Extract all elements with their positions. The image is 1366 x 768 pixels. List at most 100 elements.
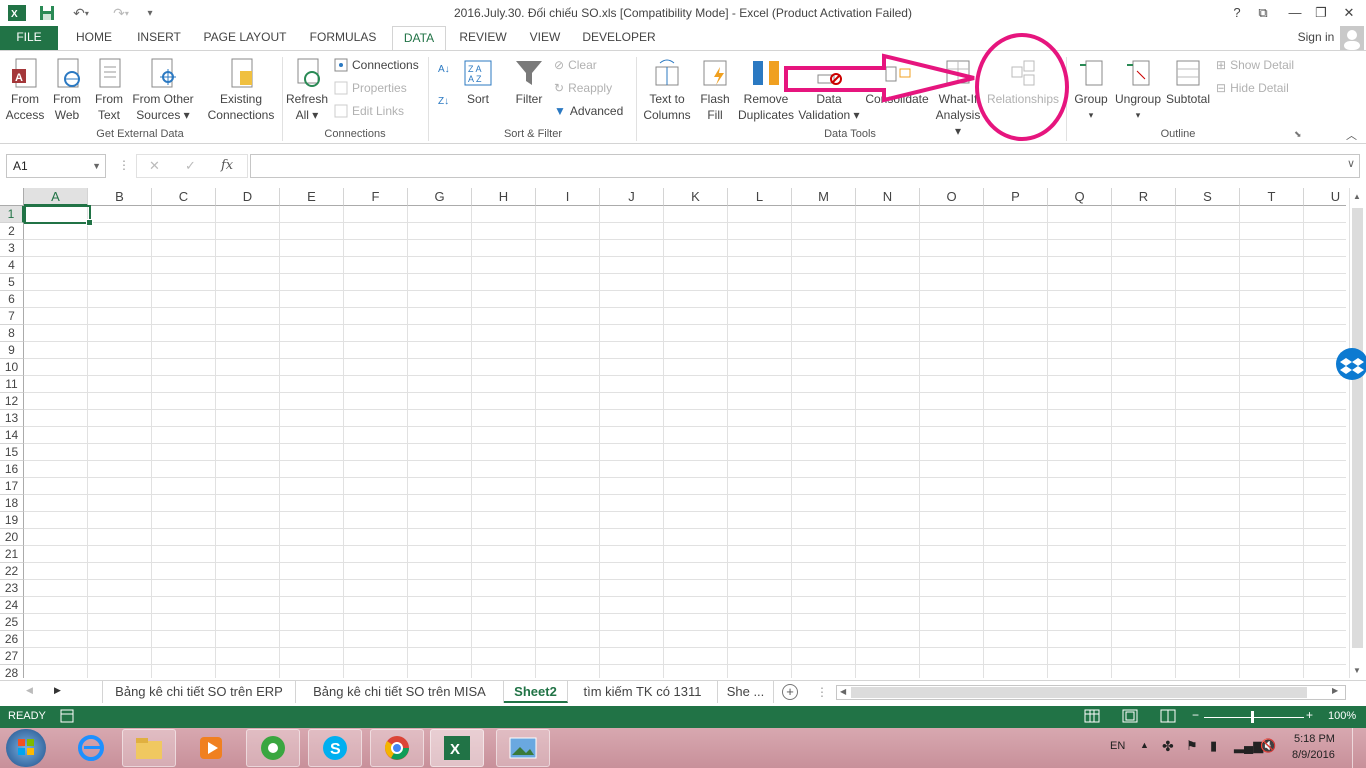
row-header[interactable]: 2 xyxy=(0,223,24,240)
tab-developer[interactable]: DEVELOPER xyxy=(580,26,658,50)
tab-review[interactable]: REVIEW xyxy=(456,26,510,50)
column-header[interactable]: C xyxy=(152,188,216,206)
expand-formula-bar-icon[interactable]: ∨ xyxy=(1347,157,1355,170)
page-break-view-icon[interactable] xyxy=(1160,709,1176,726)
from-other-sources-button[interactable]: From Other Sources ▾ xyxy=(130,57,196,123)
selected-cell[interactable] xyxy=(24,205,93,226)
column-header[interactable]: M xyxy=(792,188,856,206)
from-text-button[interactable]: From Text xyxy=(90,57,128,123)
row-header[interactable]: 26 xyxy=(0,631,24,648)
tab-data[interactable]: DATA xyxy=(392,26,446,51)
volume-muted-icon[interactable]: 🔇 xyxy=(1260,738,1276,754)
column-header[interactable]: J xyxy=(600,188,664,206)
column-header[interactable]: U xyxy=(1304,188,1346,206)
group-button[interactable]: Group ▾ xyxy=(1070,57,1112,123)
sheet-tab[interactable]: She ... xyxy=(718,681,774,703)
clock-time[interactable]: 5:18 PM xyxy=(1294,733,1335,745)
worksheet-grid[interactable]: A B C D E F G H I J K L M N O P Q R S T U 1 2 3 4 5 6 7 8 9 10 11 12 13 14… xyxy=(0,188,1346,678)
column-header[interactable]: O xyxy=(920,188,984,206)
scroll-right-icon[interactable]: ▶ xyxy=(1332,686,1338,695)
row-header[interactable]: 14 xyxy=(0,427,24,444)
prev-sheet-icon[interactable]: ◀ xyxy=(26,685,33,696)
reapply-button[interactable]: ↻ Reapply xyxy=(554,79,612,97)
row-header[interactable]: 3 xyxy=(0,240,24,257)
row-header[interactable]: 22 xyxy=(0,563,24,580)
row-header[interactable]: 17 xyxy=(0,478,24,495)
excel-taskbar-icon[interactable]: X xyxy=(430,729,484,767)
remove-duplicates-button[interactable]: Remove Duplicates xyxy=(736,57,796,123)
flash-fill-button[interactable]: Flash Fill xyxy=(696,57,734,123)
properties-button[interactable]: Properties xyxy=(334,79,407,97)
outline-dialog-launcher-icon[interactable]: ⬊ xyxy=(1294,129,1302,140)
row-header[interactable]: 21 xyxy=(0,546,24,563)
action-center-icon[interactable]: ⚑ xyxy=(1186,738,1198,754)
existing-connections-button[interactable]: Existing Connections xyxy=(204,57,278,123)
sort-button[interactable]: Z AA Z Sort xyxy=(460,57,496,107)
media-player-icon[interactable] xyxy=(184,729,238,767)
chrome-icon[interactable] xyxy=(370,729,424,767)
column-header[interactable]: E xyxy=(280,188,344,206)
clear-button[interactable]: ⊘ Clear xyxy=(554,56,597,74)
connections-button[interactable]: Connections xyxy=(334,56,419,74)
row-header[interactable]: 5 xyxy=(0,274,24,291)
zoom-level[interactable]: 100% xyxy=(1328,710,1356,722)
column-header[interactable]: Q xyxy=(1048,188,1112,206)
column-header[interactable]: B xyxy=(88,188,152,206)
zoom-slider-thumb[interactable] xyxy=(1251,711,1254,723)
column-header[interactable]: A xyxy=(24,188,88,206)
clock-date[interactable]: 8/9/2016 xyxy=(1292,749,1335,761)
column-header[interactable]: K xyxy=(664,188,728,206)
name-box[interactable]: A1 ▼ xyxy=(6,154,106,178)
row-header[interactable]: 28 xyxy=(0,665,24,678)
column-header[interactable]: I xyxy=(536,188,600,206)
new-sheet-icon[interactable]: + xyxy=(782,684,798,700)
next-sheet-icon[interactable]: ▶ xyxy=(54,685,61,696)
scroll-down-icon[interactable]: ▼ xyxy=(1353,666,1361,675)
help-button[interactable]: ? xyxy=(1224,3,1250,23)
close-button[interactable]: ✕ xyxy=(1336,3,1362,23)
row-header[interactable]: 8 xyxy=(0,325,24,342)
row-header[interactable]: 23 xyxy=(0,580,24,597)
tab-insert[interactable]: INSERT xyxy=(132,26,186,50)
macro-record-icon[interactable] xyxy=(60,709,74,726)
row-header[interactable]: 15 xyxy=(0,444,24,461)
column-header[interactable]: H xyxy=(472,188,536,206)
network-tray-icon[interactable]: ✤ xyxy=(1162,738,1174,755)
sign-in-link[interactable]: Sign in xyxy=(1294,26,1338,50)
file-explorer-icon[interactable] xyxy=(122,729,176,767)
formula-input[interactable]: ∨ xyxy=(250,154,1360,178)
sort-a-to-z-icon[interactable]: A↓ xyxy=(438,61,450,79)
ribbon-display-options-icon[interactable]: ⧉ xyxy=(1250,3,1276,23)
internet-explorer-icon[interactable] xyxy=(64,729,118,767)
minimize-button[interactable]: — xyxy=(1282,3,1308,23)
show-hidden-icons-icon[interactable]: ▲ xyxy=(1140,740,1149,750)
zoom-out-icon[interactable]: − xyxy=(1192,708,1199,722)
collapse-ribbon-icon[interactable]: ︿ xyxy=(1346,127,1357,143)
row-header[interactable]: 24 xyxy=(0,597,24,614)
name-box-dropdown-icon[interactable]: ▼ xyxy=(92,155,101,177)
show-desktop-button[interactable] xyxy=(1352,728,1366,768)
refresh-all-button[interactable]: Refresh All ▾ xyxy=(286,57,328,123)
sheet-tab[interactable]: tìm kiếm TK có 1311 xyxy=(568,681,718,703)
skype-icon[interactable]: S xyxy=(308,729,362,767)
coccoc-browser-icon[interactable] xyxy=(246,729,300,767)
row-header[interactable]: 20 xyxy=(0,529,24,546)
sheet-tab[interactable]: Bảng kê chi tiết SO trên MISA xyxy=(296,681,504,703)
row-header[interactable]: 16 xyxy=(0,461,24,478)
sort-z-to-a-icon[interactable]: Z↓ xyxy=(438,93,449,111)
horizontal-scrollbar[interactable]: ◀ xyxy=(836,685,1346,700)
restore-button[interactable]: ❐ xyxy=(1308,3,1334,23)
edit-links-button[interactable]: Edit Links xyxy=(334,102,404,120)
tab-formulas[interactable]: FORMULAS xyxy=(304,26,382,50)
column-header[interactable]: S xyxy=(1176,188,1240,206)
filter-button[interactable]: Filter xyxy=(508,57,550,107)
ungroup-button[interactable]: Ungroup ▾ xyxy=(1112,57,1164,123)
insert-function-button[interactable]: fx xyxy=(221,158,233,173)
column-header[interactable]: D xyxy=(216,188,280,206)
row-header[interactable]: 11 xyxy=(0,376,24,393)
select-all-button[interactable] xyxy=(0,188,24,206)
device-tray-icon[interactable]: ▮ xyxy=(1210,738,1217,754)
advanced-button[interactable]: ▼ Advanced xyxy=(554,102,623,120)
dropbox-icon[interactable] xyxy=(1336,348,1366,380)
zoom-slider[interactable] xyxy=(1204,717,1304,718)
